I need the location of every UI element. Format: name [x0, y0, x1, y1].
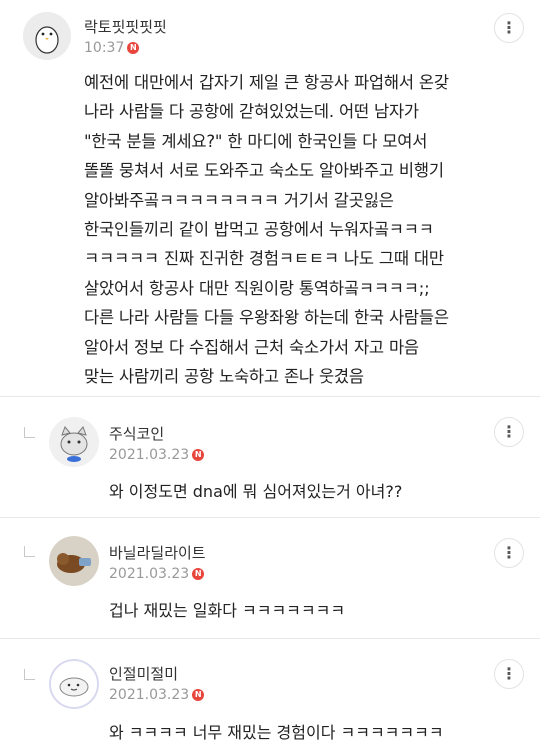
- reply-author[interactable]: 주식코인: [109, 423, 164, 444]
- time-text: 10:37: [84, 40, 125, 56]
- more-vert-icon: ⋮: [501, 422, 517, 441]
- reply-comment: 바닐라딜라이트 2021.03.23 N ⋮ 겁나 재밌는 일화다 ㅋㅋㅋㅋㅋㅋ…: [0, 518, 540, 638]
- new-badge: N: [127, 42, 140, 54]
- reply-author[interactable]: 인절미절미: [109, 663, 178, 684]
- reply-arrow-icon: [24, 669, 35, 680]
- more-options-button[interactable]: ⋮: [494, 417, 524, 447]
- avatar[interactable]: [49, 659, 99, 709]
- reply-body: 와 이정도면 dna에 뭐 심어져있는거 아녀??: [109, 482, 403, 501]
- comment-time: 10:37 N: [84, 40, 140, 56]
- more-options-button[interactable]: ⋮: [494, 13, 524, 43]
- reply-comment: 주식코인 2021.03.23 N ⋮ 와 이정도면 dna에 뭐 심어져있는거…: [0, 397, 540, 517]
- reply-body: 와 ㅋㅋㅋㅋ 너무 재밌는 경험이다 ㅋㅋㅋㅋㅋㅋㅋ: [109, 723, 444, 742]
- reply-date: 2021.03.23 N: [109, 687, 205, 703]
- character-avatar-icon: [49, 659, 99, 709]
- comment-author[interactable]: 락토핏핏핏핏: [84, 16, 167, 37]
- new-badge: N: [192, 568, 205, 580]
- comment-body: 예전에 대만에서 갑자기 제일 큰 항공사 파업해서 온갖 나라 사람들 다 공…: [84, 73, 449, 387]
- date-text: 2021.03.23: [109, 447, 190, 463]
- more-options-button[interactable]: ⋮: [494, 659, 524, 689]
- reply-author[interactable]: 바닐라딜라이트: [109, 542, 206, 563]
- date-text: 2021.03.23: [109, 687, 190, 703]
- avatar[interactable]: [49, 536, 99, 586]
- animal-photo-avatar-icon: [49, 536, 99, 586]
- avatar[interactable]: [23, 12, 71, 60]
- more-vert-icon: ⋮: [501, 543, 517, 562]
- cat-avatar-icon: [49, 417, 99, 467]
- reply-date: 2021.03.23 N: [109, 447, 205, 463]
- new-badge: N: [192, 449, 205, 461]
- reply-arrow-icon: [24, 427, 35, 438]
- more-vert-icon: ⋮: [501, 664, 517, 683]
- date-text: 2021.03.23: [109, 566, 190, 582]
- main-comment: 락토핏핏핏핏 10:37 N ⋮ 예전에 대만에서 갑자기 제일 큰 항공사 파…: [0, 0, 540, 395]
- reply-date: 2021.03.23 N: [109, 566, 205, 582]
- penguin-avatar-icon: [23, 12, 71, 60]
- more-options-button[interactable]: ⋮: [494, 538, 524, 568]
- new-badge: N: [192, 689, 205, 701]
- reply-body: 겁나 재밌는 일화다 ㅋㅋㅋㅋㅋㅋㅋ: [109, 601, 346, 620]
- reply-comment: 인절미절미 2021.03.23 N ⋮ 와 ㅋㅋㅋㅋ 너무 재밌는 경험이다 …: [0, 639, 540, 753]
- more-vert-icon: ⋮: [501, 18, 517, 37]
- reply-arrow-icon: [24, 546, 35, 557]
- avatar[interactable]: [49, 417, 99, 467]
